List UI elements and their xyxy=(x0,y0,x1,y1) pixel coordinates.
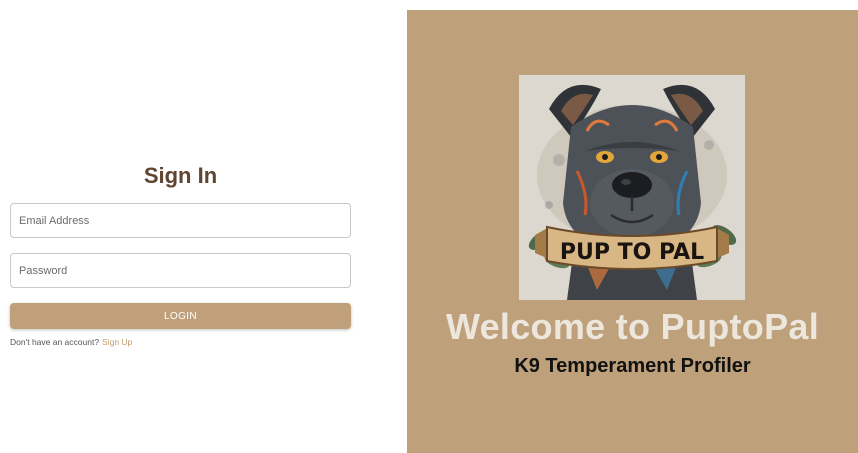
logo-text: PUP TO PAL xyxy=(560,240,704,265)
signup-prompt: Don't have an account? Sign Up xyxy=(10,337,132,347)
signin-title: Sign In xyxy=(143,163,218,188)
email-field[interactable] xyxy=(10,203,351,238)
welcome-panel: PUP TO PAL Welcome to PuptoPal K9 Temper… xyxy=(407,10,858,453)
login-button[interactable]: LOGIN xyxy=(10,303,351,329)
welcome-title: Welcome to PuptoPal xyxy=(445,306,820,347)
signin-form: Sign In LOGIN Don't have an account?Sign… xyxy=(10,160,351,347)
login-page: Sign In LOGIN Don't have an account?Sign… xyxy=(0,0,858,453)
pup-to-pal-logo: PUP TO PAL xyxy=(519,75,745,300)
no-account-text: Don't have an account? xyxy=(10,337,100,347)
password-field[interactable] xyxy=(10,253,351,288)
panel-subtitle: K9 Temperament Profiler xyxy=(514,355,751,377)
signup-link[interactable]: Sign Up xyxy=(102,337,132,347)
dog-illustration: PUP TO PAL xyxy=(528,84,737,300)
